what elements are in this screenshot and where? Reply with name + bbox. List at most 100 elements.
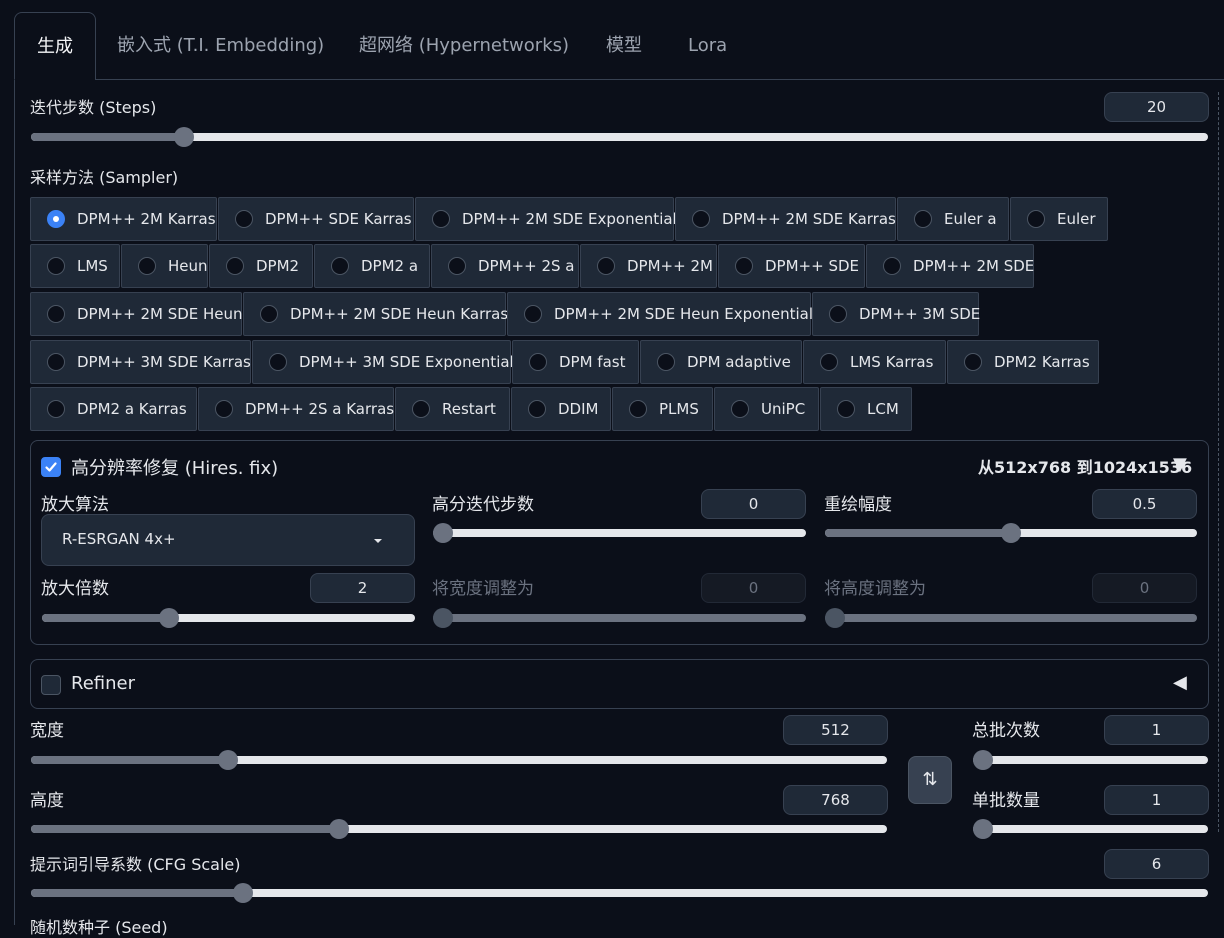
sampler-option-label: DPM2 Karras [994, 353, 1090, 371]
batch-size-input[interactable]: 1 [1104, 785, 1209, 815]
sampler-option[interactable]: DPM++ 2M SDE Heun [30, 292, 243, 336]
sampler-option[interactable]: Restart [395, 387, 510, 431]
sampler-option[interactable]: Euler [1010, 197, 1108, 241]
height-label: 高度 [30, 791, 64, 811]
height-slider[interactable] [31, 819, 887, 839]
swap-dimensions-button[interactable]: ⇅ [908, 756, 952, 804]
denoise-slider-thumb[interactable] [1001, 523, 1021, 543]
sampler-option-label: UniPC [761, 400, 806, 418]
resize-width-input[interactable]: 0 [701, 573, 806, 603]
batch-size-slider[interactable] [973, 819, 1208, 839]
tab-lora[interactable]: Lora [688, 12, 727, 80]
collapse-left-icon[interactable]: ◀ [1173, 672, 1187, 693]
sampler-option[interactable]: DPM++ 2M SDE Karras [675, 197, 896, 241]
steps-slider[interactable] [31, 127, 1208, 147]
sampler-option[interactable]: DPM++ 3M SDE [812, 292, 980, 336]
sampler-option[interactable]: DPM++ 2M SDE Heun Karras [243, 292, 509, 336]
sampler-option-label: DPM fast [559, 353, 626, 371]
sampler-option[interactable]: DPM++ 3M SDE Exponential [252, 340, 514, 384]
width-input[interactable]: 512 [783, 715, 888, 745]
resize-width-slider[interactable] [433, 608, 806, 628]
hires-steps-input[interactable]: 0 [701, 489, 806, 519]
resize-width-label: 将宽度调整为 [432, 579, 534, 599]
sampler-option[interactable]: DPM fast [512, 340, 639, 384]
cfg-scale-slider-thumb[interactable] [232, 883, 253, 903]
height-slider-thumb[interactable] [329, 819, 350, 839]
radio-button-icon [629, 400, 647, 418]
hires-fix-group: 高分辨率修复 (Hires. fix) 从512x768 到1024x1536 … [30, 440, 1209, 645]
sampler-option-label: DPM++ 2M SDE Exponential [462, 210, 677, 228]
tab-ti-embedding[interactable]: 嵌入式 (T.I. Embedding) [117, 12, 324, 80]
batch-size-slider-thumb[interactable] [973, 819, 993, 839]
sampler-option-label: DPM++ 2M SDE Karras [722, 210, 896, 228]
cfg-scale-input[interactable]: 6 [1104, 849, 1209, 879]
sampler-option[interactable]: Euler a [897, 197, 1009, 241]
sampler-option[interactable]: DPM++ 3M SDE Karras [30, 340, 251, 384]
sampler-option[interactable]: DPM2 Karras [947, 340, 1099, 384]
sampler-option[interactable]: DPM++ 2M SDE Exponential [415, 197, 677, 241]
width-slider[interactable] [31, 750, 887, 770]
sampler-option[interactable]: UniPC [714, 387, 819, 431]
width-slider-thumb[interactable] [217, 750, 238, 770]
sampler-label: 采样方法 (Sampler) [30, 168, 179, 187]
upscale-by-input[interactable]: 2 [310, 573, 415, 603]
height-input[interactable]: 768 [783, 785, 888, 815]
sampler-option[interactable]: LMS [30, 244, 120, 288]
sampler-option[interactable]: DPM++ SDE Karras [218, 197, 414, 241]
sampler-option[interactable]: DPM++ 2M Karras [30, 197, 217, 241]
radio-button-icon [597, 257, 615, 275]
collapse-down-icon[interactable]: ▼ [1173, 454, 1187, 475]
sampler-option[interactable]: DPM++ 2M SDE [866, 244, 1034, 288]
radio-button-icon [820, 353, 838, 371]
sampler-option[interactable]: DPM2 a Karras [30, 387, 197, 431]
resize-height-slider-thumb[interactable] [825, 608, 845, 628]
resize-height-input[interactable]: 0 [1092, 573, 1197, 603]
upscaler-dropdown[interactable]: R-ESRGAN 4x+ [41, 514, 415, 566]
sampler-option[interactable]: PLMS [612, 387, 713, 431]
hires-steps-slider-thumb[interactable] [433, 523, 453, 543]
steps-slider-thumb[interactable] [174, 127, 194, 147]
sampler-option[interactable]: LMS Karras [803, 340, 946, 384]
hires-fix-checkbox[interactable] [41, 457, 61, 477]
batch-size-label: 单批数量 [972, 791, 1040, 811]
cfg-scale-slider[interactable] [31, 883, 1208, 903]
sampler-option[interactable]: DPM++ 2M [580, 244, 717, 288]
hires-steps-slider[interactable] [433, 523, 806, 543]
sampler-option-label: DPM++ 2S a [478, 257, 575, 275]
radio-button-icon [47, 400, 65, 418]
sampler-option-label: DPM++ SDE [765, 257, 859, 275]
sampler-option[interactable]: DPM++ SDE [718, 244, 865, 288]
upscale-by-slider[interactable] [42, 608, 415, 628]
refiner-checkbox[interactable] [41, 675, 61, 695]
sampler-option[interactable]: LCM [820, 387, 912, 431]
refiner-title[interactable]: Refiner [71, 673, 135, 694]
sampler-option-label: Heun [168, 257, 208, 275]
sampler-option[interactable]: DPM++ 2S a [431, 244, 579, 288]
batch-count-slider-thumb[interactable] [973, 750, 993, 770]
resize-height-slider[interactable] [825, 608, 1197, 628]
tab-generate[interactable]: 生成 [14, 12, 96, 80]
steps-input[interactable]: 20 [1104, 92, 1209, 122]
sampler-option[interactable]: DPM++ 2M SDE Heun Exponential [507, 292, 813, 336]
resize-width-slider-thumb[interactable] [433, 608, 453, 628]
resize-height-label: 将高度调整为 [824, 579, 926, 599]
sampler-option[interactable]: DPM++ 2S a Karras [198, 387, 394, 431]
sampler-option[interactable]: DPM adaptive [640, 340, 802, 384]
batch-count-slider[interactable] [973, 750, 1208, 770]
upscale-by-slider-thumb[interactable] [158, 608, 179, 628]
radio-button-icon [215, 400, 233, 418]
radio-button-icon [829, 305, 847, 323]
tab-models[interactable]: 模型 [606, 12, 642, 80]
tab-hypernetworks[interactable]: 超网络 (Hypernetworks) [359, 12, 569, 80]
sampler-option-label: LMS Karras [850, 353, 934, 371]
denoise-input[interactable]: 0.5 [1092, 489, 1197, 519]
batch-count-input[interactable]: 1 [1104, 715, 1209, 745]
sampler-option[interactable]: DPM2 a [314, 244, 430, 288]
hires-fix-title[interactable]: 高分辨率修复 (Hires. fix) [71, 454, 278, 480]
sampler-option[interactable]: Heun [121, 244, 208, 288]
sampler-option[interactable]: DDIM [511, 387, 611, 431]
sampler-option[interactable]: DPM2 [209, 244, 313, 288]
denoise-slider[interactable] [825, 523, 1197, 543]
sampler-option-label: DPM++ 2M SDE Heun Karras [290, 305, 509, 323]
chevron-down-icon [374, 539, 382, 543]
